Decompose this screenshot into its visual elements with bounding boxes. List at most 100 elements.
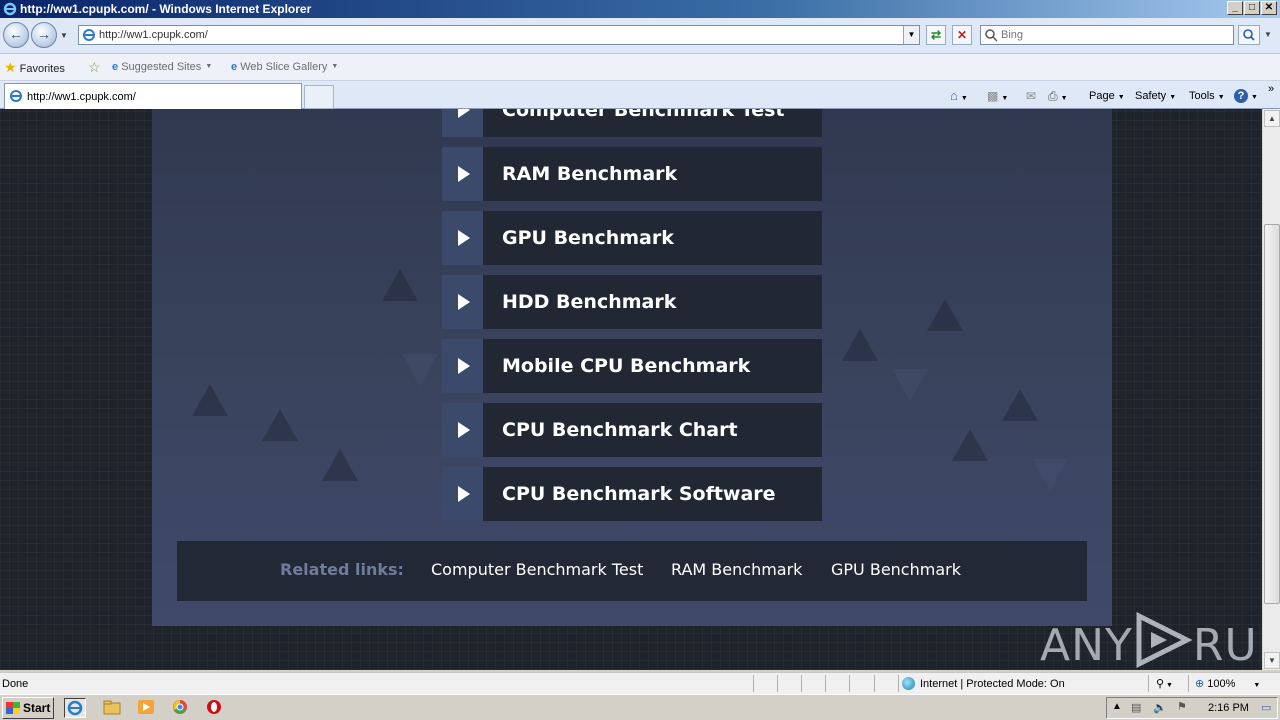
related-link-computer-benchmark-test[interactable]: Computer Benchmark Test (431, 560, 643, 579)
status-divider (801, 675, 802, 692)
play-arrow-icon (442, 467, 483, 521)
close-window-button[interactable]: ✕ (1261, 1, 1277, 15)
maximize-button[interactable]: □ (1244, 1, 1260, 15)
ie-page-icon: e (231, 61, 238, 73)
search-input[interactable] (1001, 28, 1221, 42)
show-hidden-icons-button[interactable]: ▲ (1112, 701, 1122, 712)
address-toolbar: ← → ▼ http://ww1.cpupk.com/ ▼ ⇄ ✕ ▼ (0, 18, 1280, 54)
toolbar-overflow-button[interactable]: » (1268, 81, 1274, 97)
home-button[interactable]: ⌂ ▼ (950, 88, 968, 104)
decor-triangle (892, 369, 928, 401)
tools-menu-label: Tools (1189, 90, 1215, 102)
search-options-dropdown[interactable]: ▼ (1264, 30, 1272, 39)
decor-triangle (192, 384, 228, 416)
chrome-icon (173, 700, 187, 714)
vertical-scrollbar[interactable]: ▲ ▼ (1262, 109, 1280, 670)
anyrun-watermark: ANY RUN (1040, 612, 1262, 670)
benchmark-link-label: CPU Benchmark Software (483, 467, 822, 521)
tab-active[interactable]: http://ww1.cpupk.com/ (4, 83, 302, 109)
volume-icon[interactable]: 🔈 (1153, 701, 1167, 714)
folder-icon (103, 700, 121, 715)
taskbar-chrome-button[interactable] (170, 698, 192, 718)
benchmark-link-ram[interactable]: RAM Benchmark (442, 147, 822, 201)
recent-pages-dropdown[interactable]: ▼ (60, 31, 68, 40)
feeds-button[interactable]: ▩ ▼ (987, 88, 1008, 104)
help-menu[interactable]: ? ▼ (1234, 88, 1258, 104)
taskbar-clock[interactable]: 2:16 PM (1208, 702, 1249, 714)
scroll-thumb[interactable] (1264, 224, 1280, 604)
play-arrow-icon (442, 211, 483, 265)
tools-menu[interactable]: Tools ▼ (1189, 88, 1225, 104)
related-link-gpu-benchmark[interactable]: GPU Benchmark (831, 560, 961, 579)
page-icon (83, 29, 95, 41)
taskbar-explorer-button[interactable] (102, 698, 124, 718)
new-tab-button[interactable] (304, 85, 334, 109)
decor-triangle (952, 429, 988, 461)
show-desktop-icon[interactable]: ▭ (1261, 701, 1271, 714)
windows-logo-icon (6, 702, 20, 714)
web-slice-gallery-link[interactable]: e Web Slice Gallery ▼ (231, 59, 338, 75)
stop-button[interactable]: ✕ (952, 25, 972, 45)
rss-icon: ▩ (987, 89, 999, 103)
taskbar-opera-button[interactable] (204, 698, 226, 718)
benchmark-link-gpu[interactable]: GPU Benchmark (442, 211, 822, 265)
add-to-favorites-button[interactable]: ☆ (88, 59, 101, 75)
status-divider (849, 675, 850, 692)
protected-mode-settings-button[interactable]: ⚲ ▼ (1156, 677, 1173, 690)
safety-menu-label: Safety (1135, 90, 1167, 102)
back-button[interactable]: ← (3, 22, 29, 48)
search-box[interactable] (980, 25, 1234, 45)
opera-icon (207, 700, 221, 714)
favorites-label: Favorites (19, 63, 65, 75)
status-divider (898, 675, 899, 692)
decor-triangle (1032, 459, 1068, 491)
benchmark-link-hdd[interactable]: HDD Benchmark (442, 275, 822, 329)
forward-button[interactable]: → (31, 22, 57, 48)
zoom-control[interactable]: ⊕ 100% ▼ (1195, 677, 1260, 690)
window-title: http://ww1.cpupk.com/ - Windows Internet… (20, 2, 312, 16)
print-button[interactable]: ⎙ ▼ (1048, 88, 1068, 104)
forward-arrow-icon: → (37, 26, 51, 42)
benchmark-link-label: RAM Benchmark (483, 147, 822, 201)
network-icon[interactable]: ▤ (1131, 701, 1141, 714)
play-arrow-icon (442, 147, 483, 201)
benchmark-link-computer-benchmark-test[interactable]: Computer Benchmark Test (442, 109, 822, 137)
tab-title: http://ww1.cpupk.com/ (27, 91, 136, 103)
security-zone[interactable]: Internet | Protected Mode: On (902, 677, 1065, 690)
start-button[interactable]: Start (2, 697, 54, 719)
benchmark-link-cpu-chart[interactable]: CPU Benchmark Chart (442, 403, 822, 457)
play-arrow-icon (442, 109, 483, 137)
search-go-button[interactable] (1238, 25, 1260, 45)
decor-triangle (382, 269, 418, 301)
zoom-level: 100% (1207, 678, 1236, 690)
start-label: Start (23, 701, 51, 715)
mail-button[interactable]: ✉ (1026, 88, 1036, 104)
safety-menu[interactable]: Safety ▼ (1135, 88, 1176, 104)
page-icon (10, 90, 22, 102)
media-player-icon (138, 700, 154, 714)
search-go-icon (1243, 29, 1255, 41)
taskbar-media-player-button[interactable] (136, 698, 158, 718)
suggested-sites-link[interactable]: e Suggested Sites ▼ (112, 59, 212, 75)
refresh-button[interactable]: ⇄ (926, 25, 946, 45)
taskbar-ie-button[interactable] (64, 698, 86, 718)
decor-triangle (1002, 389, 1038, 421)
related-link-ram-benchmark[interactable]: RAM Benchmark (671, 560, 802, 579)
scroll-up-button[interactable]: ▲ (1264, 110, 1280, 127)
web-slice-gallery-label: Web Slice Gallery (240, 61, 328, 73)
benchmark-link-mobile-cpu[interactable]: Mobile CPU Benchmark (442, 339, 822, 393)
decor-triangle (927, 299, 963, 331)
status-text: Done (2, 678, 29, 690)
minimize-button[interactable]: _ (1227, 1, 1243, 15)
favorites-bar: ★ Favorites ☆ e Suggested Sites ▼ e Web S… (0, 54, 1280, 81)
benchmark-link-label: GPU Benchmark (483, 211, 822, 265)
action-center-flag-icon[interactable]: ⚑ (1177, 700, 1187, 713)
scroll-down-button[interactable]: ▼ (1264, 652, 1280, 669)
address-field[interactable]: http://ww1.cpupk.com/ ▼ (78, 25, 920, 45)
favorites-button[interactable]: ★ Favorites (4, 59, 65, 75)
suggested-sites-label: Suggested Sites (121, 61, 202, 73)
page-menu[interactable]: Page ▼ (1089, 88, 1125, 104)
benchmark-link-cpu-software[interactable]: CPU Benchmark Software (442, 467, 822, 521)
address-dropdown-button[interactable]: ▼ (903, 26, 919, 44)
decor-triangle (322, 449, 358, 481)
